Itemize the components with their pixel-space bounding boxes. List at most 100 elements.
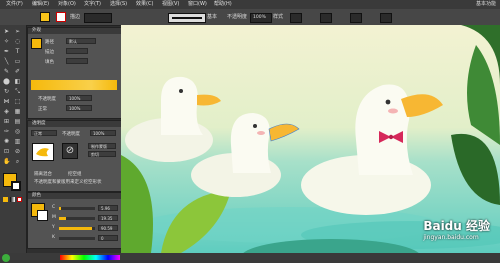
appearance-panel-tab[interactable]: 外观 bbox=[28, 28, 121, 34]
beak-thumbnail-icon bbox=[36, 148, 49, 157]
mesh-tool-icon[interactable]: ⊞ bbox=[3, 119, 10, 125]
channel-k-slider[interactable] bbox=[59, 237, 95, 240]
clip-checkbox[interactable]: 剪切 bbox=[88, 151, 116, 157]
shape-builder-icon[interactable]: ◈ bbox=[3, 109, 10, 115]
color-panel-stroke-swatch[interactable] bbox=[37, 210, 48, 221]
appearance-mode-field[interactable]: 默认 bbox=[66, 38, 96, 44]
opacity-field[interactable]: 100% bbox=[250, 13, 272, 23]
none-mode-button[interactable] bbox=[17, 197, 22, 202]
gradient-mode-button[interactable] bbox=[10, 197, 15, 202]
toolbox-stroke-swatch[interactable] bbox=[11, 181, 21, 191]
appearance-opacity2-field[interactable]: 100% bbox=[66, 105, 92, 111]
basic-label: 基本 bbox=[207, 14, 218, 20]
selection-tool-icon[interactable]: ➤ bbox=[3, 29, 10, 35]
appearance-fill-gradient-bar[interactable] bbox=[31, 80, 117, 90]
channel-m-value[interactable]: 19.35 bbox=[98, 215, 118, 221]
isolate-blending-checkbox[interactable]: 隔离混合 bbox=[34, 171, 52, 177]
appearance-fill-swatch[interactable] bbox=[31, 38, 42, 49]
slice-tool-icon[interactable]: ⊘ bbox=[14, 149, 21, 155]
menu-file[interactable]: 文件(F) bbox=[6, 0, 23, 9]
fill-swatch[interactable] bbox=[40, 12, 50, 22]
watermark: Baidu 经验 jingyan.baidu.com bbox=[423, 217, 490, 241]
stroke-weight-field[interactable] bbox=[84, 13, 112, 23]
artboard-canvas[interactable]: Baidu 经验 jingyan.baidu.com bbox=[121, 25, 500, 253]
rectangle-tool-icon[interactable]: ▭ bbox=[14, 59, 21, 65]
free-transform-icon[interactable]: ⬚ bbox=[14, 99, 21, 105]
menu-edit[interactable]: 编辑(E) bbox=[32, 0, 49, 9]
color-mode-button[interactable] bbox=[3, 197, 8, 202]
pencil-tool-icon[interactable]: ✐ bbox=[14, 69, 21, 75]
mask-toggle-icon[interactable]: ⊘ bbox=[62, 143, 78, 159]
channel-slider-fill bbox=[59, 217, 66, 220]
knockout-group-checkbox[interactable]: 挖空组 bbox=[68, 171, 82, 177]
control-bar: 描边 基本 不透明度 100% 样式 bbox=[0, 9, 500, 26]
blob-brush-icon[interactable]: ⬤ bbox=[3, 79, 10, 85]
align-button[interactable] bbox=[320, 13, 332, 23]
appearance-normal-label: 正常 bbox=[38, 107, 47, 112]
menu-select[interactable]: 选择(S) bbox=[110, 0, 127, 9]
eyedropper-icon[interactable]: ✑ bbox=[3, 129, 10, 135]
transparency-panel: 透明度 正常 不透明度 100% ⊘ 制作蒙版 剪切 隔离混合 挖空组 不透明度… bbox=[27, 120, 122, 192]
line-tool-icon[interactable]: ╲ bbox=[3, 59, 10, 65]
status-app-icon bbox=[2, 254, 10, 262]
rotate-tool-icon[interactable]: ↻ bbox=[3, 89, 10, 95]
pen-tool-icon[interactable]: ✒ bbox=[3, 49, 10, 55]
make-mask-button[interactable]: 制作蒙版 bbox=[88, 143, 116, 149]
channel-k-label: K bbox=[52, 235, 55, 240]
scale-tool-icon[interactable]: ⤡ bbox=[14, 89, 21, 95]
channel-slider-fill bbox=[59, 207, 62, 210]
opacity-mask-checkbox[interactable]: 不透明度和蒙版用来定义挖空形状 bbox=[34, 179, 102, 185]
menu-bar: 文件(F) 编辑(E) 对象(O) 文字(T) 选择(S) 效果(C) 视图(V… bbox=[0, 0, 500, 9]
color-panel-tab[interactable]: 颜色 bbox=[28, 193, 121, 199]
channel-m-label: M bbox=[52, 215, 56, 220]
status-bar bbox=[0, 253, 500, 263]
appearance-stroke-field[interactable] bbox=[66, 48, 88, 54]
stroke-swatch[interactable] bbox=[56, 12, 66, 22]
zoom-tool-icon[interactable]: ⌕ bbox=[14, 159, 21, 165]
brush-tool-icon[interactable]: ✎ bbox=[3, 69, 10, 75]
workspace-switcher[interactable]: 基本功能 bbox=[476, 0, 496, 9]
magic-wand-icon[interactable]: ✧ bbox=[3, 39, 10, 45]
brush-preview[interactable] bbox=[168, 13, 206, 23]
channel-c-value[interactable]: 5.96 bbox=[98, 205, 118, 211]
menu-effect[interactable]: 效果(C) bbox=[136, 0, 153, 9]
transform-button[interactable] bbox=[350, 13, 362, 23]
appearance-opacity-label: 不透明度 bbox=[38, 97, 56, 102]
menu-window[interactable]: 窗口(W) bbox=[188, 0, 207, 9]
channel-m-slider[interactable] bbox=[59, 217, 95, 220]
hand-tool-icon[interactable]: ✋ bbox=[3, 159, 10, 165]
gradient-tool-icon[interactable]: ▤ bbox=[14, 119, 21, 125]
color-panel: 颜色 C 5.96 M 19.35 Y 90.59 K 0 bbox=[27, 192, 122, 249]
appearance-opacity-field[interactable]: 100% bbox=[66, 95, 92, 101]
appearance-fill-field[interactable] bbox=[66, 58, 88, 64]
style-picker[interactable] bbox=[290, 13, 302, 23]
transparency-opacity-label: 不透明度 bbox=[62, 132, 80, 137]
symbol-sprayer-icon[interactable]: ✺ bbox=[3, 139, 10, 145]
eraser-tool-icon[interactable]: ◧ bbox=[14, 79, 21, 85]
perspective-grid-icon[interactable]: ▦ bbox=[14, 109, 21, 115]
isolate-button[interactable] bbox=[380, 13, 392, 23]
transparency-opacity-field[interactable]: 100% bbox=[90, 130, 116, 136]
blend-tool-icon[interactable]: ◎ bbox=[14, 129, 21, 135]
channel-y-slider[interactable] bbox=[59, 227, 95, 230]
type-tool-icon[interactable]: T bbox=[14, 49, 21, 55]
channel-c-label: C bbox=[52, 205, 56, 210]
direct-selection-tool-icon[interactable]: ➢ bbox=[14, 29, 21, 35]
menu-help[interactable]: 帮助(H) bbox=[214, 0, 232, 9]
status-spectrum bbox=[60, 255, 120, 260]
blend-mode-select[interactable]: 正常 bbox=[31, 130, 57, 136]
channel-slider-fill bbox=[59, 227, 92, 230]
lasso-icon[interactable]: ◌ bbox=[14, 39, 21, 45]
appearance-stroke-label: 描边 bbox=[45, 50, 54, 55]
menu-view[interactable]: 视图(V) bbox=[162, 0, 179, 9]
channel-k-value[interactable]: 0 bbox=[98, 235, 118, 241]
channel-y-value[interactable]: 90.59 bbox=[98, 225, 118, 231]
channel-c-slider[interactable] bbox=[59, 207, 95, 210]
watermark-url: jingyan.baidu.com bbox=[423, 234, 479, 241]
graph-tool-icon[interactable]: ▥ bbox=[14, 139, 21, 145]
width-tool-icon[interactable]: ⋈ bbox=[3, 99, 10, 105]
artboard-tool-icon[interactable]: ⊡ bbox=[3, 149, 10, 155]
menu-type[interactable]: 文字(T) bbox=[84, 0, 101, 9]
menu-object[interactable]: 对象(O) bbox=[58, 0, 76, 9]
transparency-panel-tab[interactable]: 透明度 bbox=[28, 121, 121, 127]
